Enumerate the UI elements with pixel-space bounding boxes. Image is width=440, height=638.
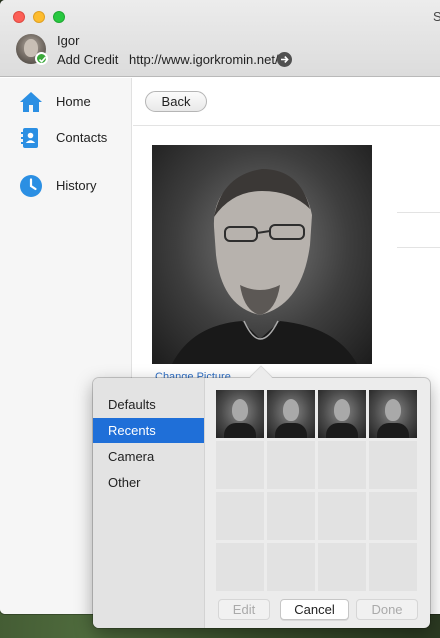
empty-picture-slot <box>216 492 264 540</box>
close-window-button[interactable] <box>13 11 25 23</box>
empty-picture-slot <box>369 441 417 489</box>
sidebar-item-history[interactable]: History <box>0 171 132 201</box>
recent-pictures-grid <box>216 390 418 591</box>
picture-thumbnail[interactable] <box>216 390 264 438</box>
thumbnail-shirt <box>224 423 256 438</box>
window-title: S <box>433 9 440 24</box>
picture-picker-popover: Defaults Recents Camera Other Edit Cance… <box>93 366 430 628</box>
title-bar: S Igor Add Credit http://www.igorkromin.… <box>0 0 440 77</box>
user-name: Igor <box>57 33 80 48</box>
empty-picture-slot <box>267 441 315 489</box>
sidebar-item-label: History <box>56 178 97 193</box>
source-item-defaults[interactable]: Defaults <box>93 392 204 417</box>
done-button[interactable]: Done <box>356 599 418 620</box>
empty-picture-slot <box>318 543 366 591</box>
arrow-right-icon[interactable] <box>277 52 292 67</box>
empty-picture-slot <box>369 543 417 591</box>
empty-picture-slot <box>318 441 366 489</box>
thumbnail-shirt <box>275 423 307 438</box>
thumbnail-face <box>334 399 350 421</box>
add-credit-link[interactable]: Add Credit <box>57 52 118 67</box>
picture-thumbnail[interactable] <box>267 390 315 438</box>
empty-picture-slot <box>318 492 366 540</box>
website-link[interactable]: http://www.igorkromin.net/ <box>129 52 279 67</box>
divider <box>397 247 440 248</box>
source-item-other[interactable]: Other <box>93 470 204 495</box>
edit-button[interactable]: Edit <box>218 599 270 620</box>
source-item-recents[interactable]: Recents <box>93 418 204 443</box>
sidebar-item-home[interactable]: Home <box>0 87 132 117</box>
zoom-window-button[interactable] <box>53 11 65 23</box>
picture-source-list: Defaults Recents Camera Other <box>93 378 205 628</box>
back-button[interactable]: Back <box>145 91 207 112</box>
sidebar-item-label: Home <box>56 94 91 109</box>
empty-picture-slot <box>267 492 315 540</box>
sidebar-item-contacts[interactable]: Contacts <box>0 123 132 153</box>
empty-picture-slot <box>216 543 264 591</box>
thumbnail-shirt <box>326 423 358 438</box>
divider <box>133 125 440 126</box>
source-item-camera[interactable]: Camera <box>93 444 204 469</box>
online-status-icon <box>35 52 48 65</box>
divider <box>397 212 440 213</box>
empty-picture-slot <box>216 441 264 489</box>
thumbnail-face <box>283 399 299 421</box>
minimize-window-button[interactable] <box>33 11 45 23</box>
sidebar-item-label: Contacts <box>56 130 108 145</box>
profile-photo <box>152 145 372 364</box>
picture-thumbnail[interactable] <box>369 390 417 438</box>
empty-picture-slot <box>267 543 315 591</box>
picture-thumbnail[interactable] <box>318 390 366 438</box>
thumbnail-face <box>232 399 248 421</box>
thumbnail-shirt <box>377 423 409 438</box>
contacts-icon <box>19 126 43 150</box>
home-icon <box>19 90 43 114</box>
clock-icon <box>19 174 43 198</box>
cancel-button[interactable]: Cancel <box>280 599 349 620</box>
thumbnail-face <box>385 399 401 421</box>
empty-picture-slot <box>369 492 417 540</box>
